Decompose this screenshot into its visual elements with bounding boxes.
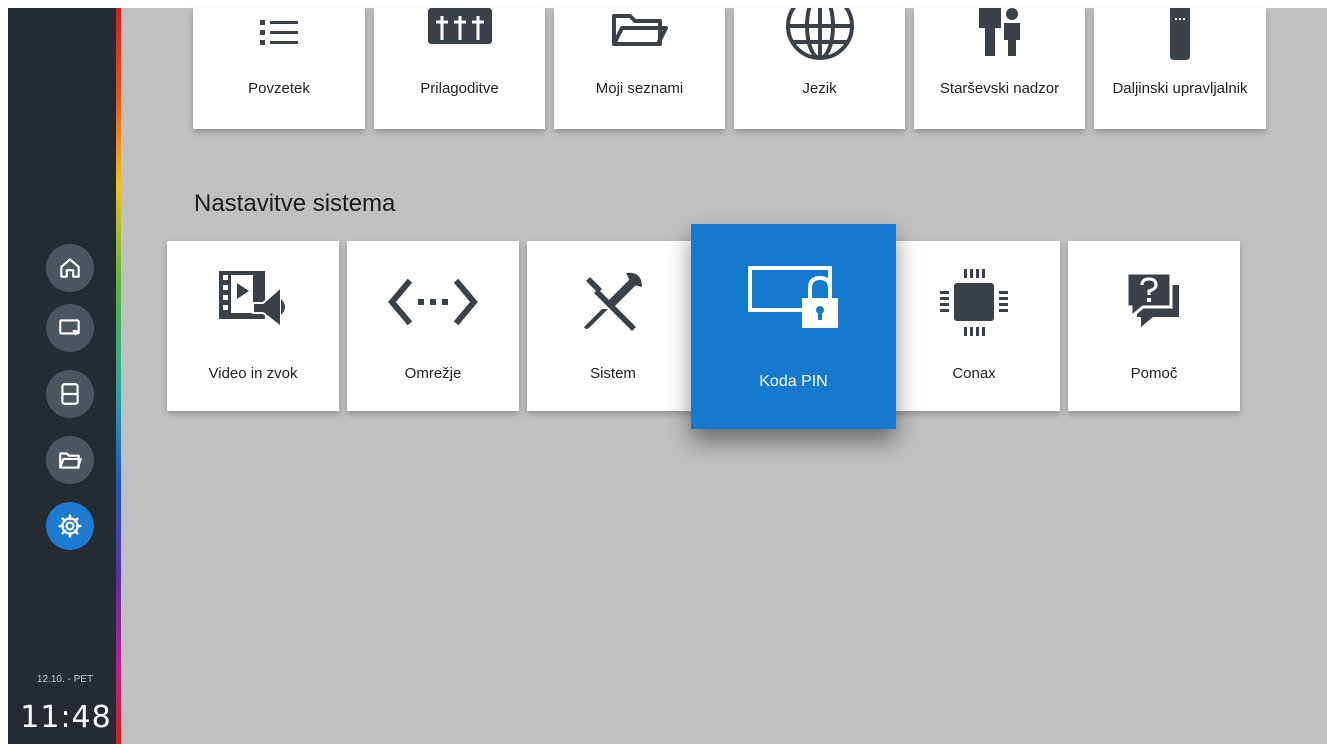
screen-lock-icon bbox=[747, 266, 838, 328]
tile-label: Povzetek bbox=[248, 80, 310, 97]
nav-settings-button[interactable] bbox=[46, 502, 94, 550]
tile-label: Moji seznami bbox=[595, 80, 684, 97]
sidebar: 12.10. - PET 11:48 bbox=[8, 8, 116, 744]
home-icon bbox=[60, 258, 80, 278]
tile-pomoc[interactable]: Pomoč bbox=[1068, 241, 1240, 411]
section-title: Nastavitve sistema bbox=[194, 190, 396, 217]
tile-label: Sistem bbox=[590, 365, 636, 382]
video-audio-icon bbox=[219, 271, 285, 329]
network-icon bbox=[388, 278, 478, 326]
tile-label: Omrežje bbox=[404, 365, 462, 382]
clock: 11:48 bbox=[20, 700, 112, 735]
sliders-icon bbox=[427, 8, 492, 44]
tile-label: Jezik bbox=[802, 80, 837, 97]
tile-povzetek[interactable]: Povzetek bbox=[193, 8, 365, 129]
tv-screen: 12.10. - PET 11:48 Povzetek Prilagoditve… bbox=[0, 0, 1327, 744]
tile-label: Pomoč bbox=[1130, 365, 1178, 382]
tile-daljinski-upravljalnik[interactable]: Daljinski upravljalnik bbox=[1094, 8, 1266, 129]
nav-tv-button[interactable] bbox=[46, 304, 94, 352]
tile-label: Video in zvok bbox=[208, 365, 298, 382]
globe-icon bbox=[785, 8, 854, 60]
remote-control-icon bbox=[1170, 8, 1190, 60]
tile-sistem[interactable]: Sistem bbox=[527, 241, 699, 411]
tile-label: Koda PIN bbox=[759, 373, 828, 390]
folder-icon bbox=[611, 14, 668, 46]
tile-label: Conax bbox=[952, 365, 996, 382]
film-icon bbox=[61, 383, 79, 405]
parent-child-icon bbox=[978, 8, 1020, 56]
tile-jezik[interactable]: Jezik bbox=[734, 8, 905, 129]
nav-folders-button[interactable] bbox=[46, 436, 94, 484]
tile-label: Prilagoditve bbox=[420, 80, 499, 97]
tile-moji-seznami[interactable]: Moji seznami bbox=[554, 8, 725, 129]
nav-recordings-button[interactable] bbox=[46, 370, 94, 418]
chip-icon bbox=[940, 269, 1008, 336]
tile-video-in-zvok[interactable]: Video in zvok bbox=[167, 241, 339, 411]
tools-icon bbox=[584, 272, 642, 331]
tile-omrezje[interactable]: Omrežje bbox=[347, 241, 519, 411]
list-icon bbox=[260, 20, 298, 45]
date-label: 12.10. - PET bbox=[36, 674, 94, 685]
tile-prilagoditve[interactable]: Prilagoditve bbox=[374, 8, 545, 129]
tile-koda-pin[interactable]: Koda PIN bbox=[691, 224, 896, 429]
tv-icon bbox=[59, 319, 80, 336]
tile-starsevski-nadzor[interactable]: Starševski nadzor bbox=[914, 8, 1085, 129]
tile-label: Daljinski upravljalnik bbox=[1112, 80, 1248, 97]
tile-conax[interactable]: Conax bbox=[888, 241, 1060, 411]
tile-label: Starševski nadzor bbox=[939, 80, 1060, 97]
folder-icon bbox=[59, 452, 82, 469]
gear-icon bbox=[58, 514, 82, 538]
nav-home-button[interactable] bbox=[46, 244, 94, 292]
help-chat-icon bbox=[1125, 271, 1179, 327]
